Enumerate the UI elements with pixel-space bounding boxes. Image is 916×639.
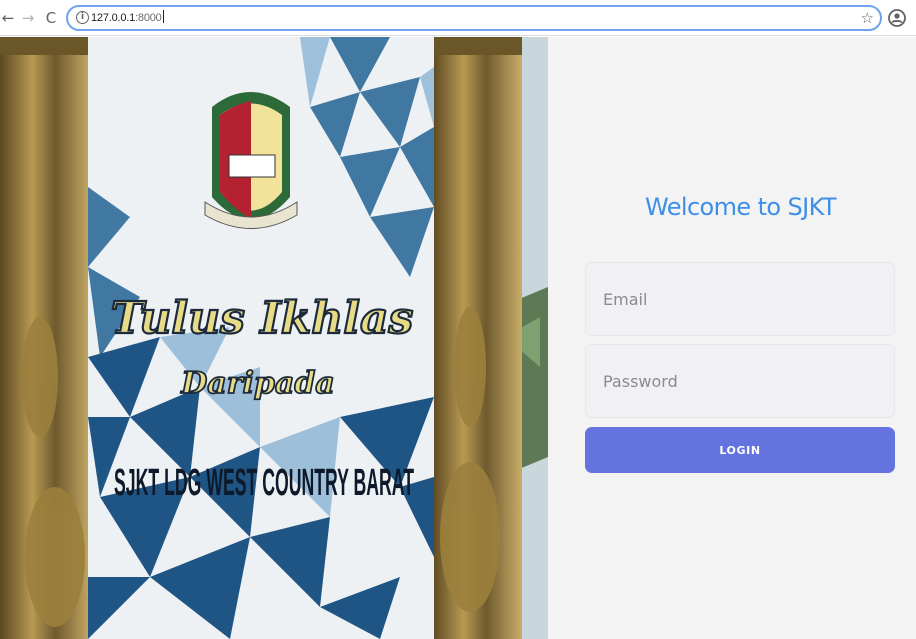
arrow-right-icon[interactable]: →	[20, 9, 36, 27]
framed-banner-photo: Tulus Ikhlas Daripada SJKT LDG WEST COUN…	[0, 37, 548, 639]
banner-line2: Daripada	[180, 366, 335, 401]
address-bar[interactable]: i 127.0.0.1:8000 ☆	[66, 5, 882, 31]
email-field[interactable]	[585, 262, 895, 336]
page-title: Welcome to SJKT	[645, 193, 837, 221]
url-host: 127.0.0.1	[91, 12, 136, 24]
star-icon[interactable]: ☆	[861, 9, 874, 27]
banner-line3: SJKT LDG WEST COUNTRY BARAT	[114, 462, 414, 504]
login-button[interactable]: LOGIN	[585, 427, 895, 473]
reload-icon[interactable]: C	[43, 9, 59, 27]
url-port: :8000	[135, 12, 162, 24]
account-circle-icon[interactable]	[888, 9, 906, 27]
url-text[interactable]: 127.0.0.1:8000	[91, 10, 164, 26]
banner-line1: Tulus Ikhlas	[111, 293, 414, 344]
info-icon[interactable]: i	[76, 11, 89, 24]
browser-toolbar: ← → C i 127.0.0.1:8000 ☆	[0, 0, 916, 36]
arrow-left-icon[interactable]: ←	[0, 9, 16, 27]
password-field[interactable]	[585, 344, 895, 418]
login-panel: Welcome to SJKT LOGIN	[548, 37, 916, 639]
hero-photo: Tulus Ikhlas Daripada SJKT LDG WEST COUN…	[0, 37, 548, 639]
